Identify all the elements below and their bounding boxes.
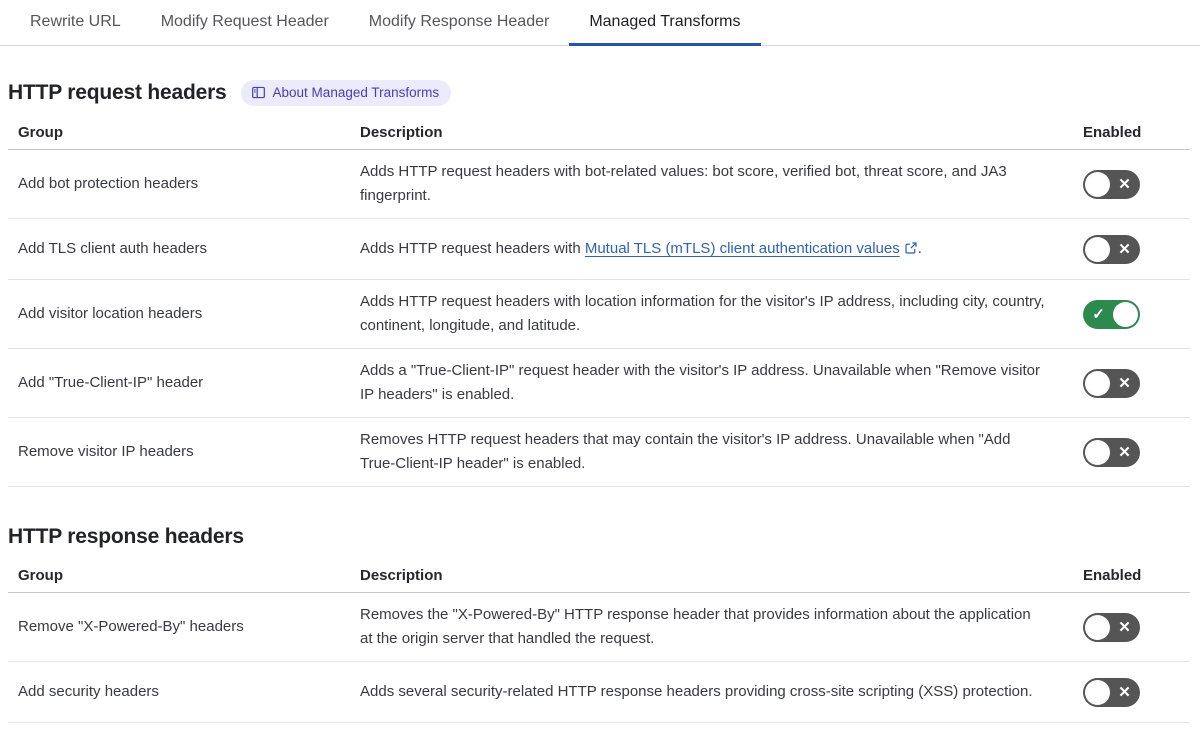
external-link-icon xyxy=(900,240,918,257)
column-header-enabled: Enabled xyxy=(1083,124,1142,141)
column-header-description: Description xyxy=(360,567,443,584)
x-icon: ✕ xyxy=(1118,443,1131,461)
table-row: Add "True-Client-IP" header Adds a "True… xyxy=(8,349,1190,418)
row-description: Adds HTTP request headers with bot-relat… xyxy=(360,163,1007,204)
column-header-enabled: Enabled xyxy=(1083,567,1142,584)
check-icon: ✓ xyxy=(1092,305,1105,323)
about-managed-transforms-badge[interactable]: About Managed Transforms xyxy=(240,80,452,106)
toggle-add-true-client-ip-header[interactable]: ✓ ✕ xyxy=(1083,368,1140,398)
row-description: Adds HTTP request headers with location … xyxy=(360,293,1045,334)
managed-transforms-panel: HTTP request headers About Managed Trans… xyxy=(0,80,1200,737)
toggle-add-security-headers[interactable]: ✓ ✕ xyxy=(1083,677,1140,707)
table-row: Add TLS client auth headers Adds HTTP re… xyxy=(8,219,1190,280)
tab-rewrite-url[interactable]: Rewrite URL xyxy=(10,0,141,46)
table-row: Add visitor location headers Adds HTTP r… xyxy=(8,280,1190,349)
toggle-knob xyxy=(1085,614,1110,640)
tab-managed-transforms[interactable]: Managed Transforms xyxy=(569,0,761,46)
column-header-group: Group xyxy=(18,124,63,141)
description-text: Adds HTTP request headers with xyxy=(360,240,585,257)
table-row: Remove visitor IP headers Removes HTTP r… xyxy=(8,418,1190,487)
table-row: Add security headers Adds several securi… xyxy=(8,662,1190,723)
row-group-label: Add security headers xyxy=(18,683,159,700)
toggle-knob xyxy=(1085,171,1110,197)
x-icon: ✕ xyxy=(1118,175,1131,193)
toggle-knob xyxy=(1085,236,1110,262)
toggle-knob xyxy=(1113,301,1138,327)
toggle-knob xyxy=(1085,439,1110,465)
table-header-row: Group Description Enabled xyxy=(8,119,1190,150)
row-group-label: Add "True-Client-IP" header xyxy=(18,374,204,391)
row-description: Removes the "X-Powered-By" HTTP response… xyxy=(360,606,1031,647)
tab-modify-response-header[interactable]: Modify Response Header xyxy=(349,0,570,46)
x-icon: ✕ xyxy=(1118,374,1131,392)
row-group-label: Remove visitor IP headers xyxy=(18,443,194,460)
row-group-label: Add visitor location headers xyxy=(18,305,203,322)
toggle-add-tls-client-auth-headers[interactable]: ✓ ✕ xyxy=(1083,234,1140,264)
x-icon: ✕ xyxy=(1118,240,1131,258)
transform-rules-tabbar: Rewrite URL Modify Request Header Modify… xyxy=(0,0,1200,46)
row-group-label: Remove "X-Powered-By" headers xyxy=(18,618,244,635)
toggle-add-bot-protection-headers[interactable]: ✓ ✕ xyxy=(1083,169,1140,199)
column-header-group: Group xyxy=(18,567,63,584)
mtls-docs-link[interactable]: Mutual TLS (mTLS) client authentication … xyxy=(585,240,918,257)
toggle-remove-visitor-ip-headers[interactable]: ✓ ✕ xyxy=(1083,437,1140,467)
row-description: Adds several security-related HTTP respo… xyxy=(360,683,1033,700)
response-headers-title: HTTP response headers xyxy=(8,525,244,548)
column-header-description: Description xyxy=(360,124,443,141)
table-row: Add bot protection headers Adds HTTP req… xyxy=(8,150,1190,219)
toggle-remove-x-powered-by-headers[interactable]: ✓ ✕ xyxy=(1083,612,1140,642)
row-group-label: Add TLS client auth headers xyxy=(18,240,208,257)
row-description: Adds HTTP request headers with Mutual TL… xyxy=(360,227,1075,271)
x-icon: ✕ xyxy=(1118,683,1131,701)
tab-modify-request-header[interactable]: Modify Request Header xyxy=(141,0,349,46)
toggle-add-visitor-location-headers[interactable]: ✓ ✕ xyxy=(1083,299,1140,329)
row-group-label: Add bot protection headers xyxy=(18,175,199,192)
request-headers-title: HTTP request headers xyxy=(8,81,227,104)
x-icon: ✕ xyxy=(1118,618,1131,636)
book-icon xyxy=(251,85,266,100)
row-description: Removes HTTP request headers that may co… xyxy=(360,431,1011,472)
description-text: . xyxy=(917,240,922,257)
table-row: Remove "X-Powered-By" headers Removes th… xyxy=(8,593,1190,662)
response-headers-table: Group Description Enabled Remove "X-Powe… xyxy=(8,562,1190,723)
toggle-knob xyxy=(1085,679,1110,705)
link-label: Mutual TLS (mTLS) client authentication … xyxy=(584,240,900,257)
row-description: Adds a "True-Client-IP" request header w… xyxy=(360,362,1040,403)
badge-label: About Managed Transforms xyxy=(272,85,440,100)
request-headers-table: Group Description Enabled Add bot protec… xyxy=(8,119,1190,487)
table-header-row: Group Description Enabled xyxy=(8,562,1190,593)
toggle-knob xyxy=(1085,370,1110,396)
